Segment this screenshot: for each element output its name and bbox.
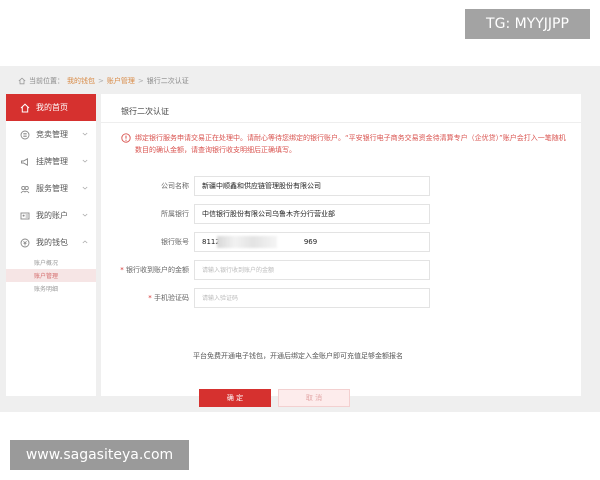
page-title: 银行二次认证	[121, 107, 169, 116]
amount-input[interactable]	[194, 260, 430, 280]
sidebar-item-label: 我的账户	[36, 211, 68, 220]
company-field: 新疆中顺鑫和供应链管理股份有限公司	[194, 176, 430, 196]
company-label: 公司名称	[161, 182, 189, 190]
account-label: 银行账号	[161, 238, 189, 246]
breadcrumb-account-management[interactable]: 账户管理	[107, 76, 135, 86]
breadcrumb-wallet[interactable]: 我的钱包	[67, 76, 95, 86]
notice-text: 绑定银行服务申请交易正在处理中。请耐心等待您绑定的银行账户。“平安银行电子商务交…	[135, 134, 566, 154]
breadcrumb-current: 银行二次认证	[146, 77, 189, 85]
sidebar-item-auction[interactable]: 竞卖管理	[6, 121, 96, 148]
sms-label: * 手机验证码	[101, 288, 189, 308]
breadcrumb: 当前位置： 我的钱包 > 账户管理 > 银行二次认证	[18, 74, 189, 88]
content-panel: 银行二次认证 绑定银行服务申请交易正在处理中。请耐心等待您绑定的银行账户。“平安…	[101, 94, 581, 407]
form-row-amount: * 银行收到账户的金额	[101, 260, 581, 280]
sidebar-item-label: 挂牌管理	[36, 157, 68, 166]
form-row-account: 银行账号 8112 969	[101, 232, 581, 252]
sidebar-item-listing[interactable]: 挂牌管理	[6, 148, 96, 175]
wallet-icon	[20, 238, 30, 247]
account-number-suffix: 969	[303, 238, 318, 246]
breadcrumb-prefix: 当前位置：	[29, 77, 64, 85]
page: TG: MYYJJPP 当前位置： 我的钱包 > 账户管理 > 银行二次认证 我…	[0, 0, 600, 480]
sidebar-item-label: 服务管理	[36, 184, 68, 193]
home-icon	[20, 103, 30, 112]
breadcrumb-separator: >	[137, 77, 144, 85]
sidebar-item-account[interactable]: 我的账户	[6, 202, 96, 229]
form-row-bank: 所属银行 中信银行股份有限公司乌鲁木齐分行营业部	[101, 204, 581, 224]
chevron-down-icon	[82, 159, 88, 163]
free-wallet-note: 平台免费开通电子钱包，开通后绑定入金账户即可充值足够金额报名	[193, 352, 403, 360]
sidebar-subitem-account-details[interactable]: 账务明细	[6, 282, 96, 295]
gavel-icon	[20, 130, 30, 139]
cancel-button[interactable]: 取 消	[278, 389, 350, 407]
sidebar-item-wallet[interactable]: 我的钱包	[6, 229, 96, 256]
account-number-mask	[217, 236, 277, 248]
form-row-company: 公司名称 新疆中顺鑫和供应链管理股份有限公司	[101, 176, 581, 196]
sidebar-item-home[interactable]: 我的首页	[6, 94, 96, 121]
user-card-icon	[20, 212, 30, 219]
chevron-down-icon	[82, 213, 88, 217]
bank-field: 中信银行股份有限公司乌鲁木齐分行营业部	[194, 204, 430, 224]
app-screen: 当前位置： 我的钱包 > 账户管理 > 银行二次认证 我的首页 竞卖管理 挂牌管…	[0, 66, 600, 412]
chevron-down-icon	[82, 132, 88, 136]
chevron-down-icon	[82, 186, 88, 190]
breadcrumb-separator: >	[98, 77, 104, 85]
required-mark: *	[148, 294, 152, 302]
notice-message: 绑定银行服务申请交易正在处理中。请耐心等待您绑定的银行账户。“平安银行电子商务交…	[121, 132, 569, 156]
amount-label: * 银行收到账户的金额	[101, 260, 189, 280]
required-mark: *	[120, 266, 124, 274]
sms-label-text: 手机验证码	[154, 294, 189, 302]
megaphone-icon	[21, 157, 28, 166]
location-home-icon	[18, 77, 26, 85]
sidebar-item-label: 竞卖管理	[36, 130, 68, 139]
form-row-sms: * 手机验证码	[101, 288, 581, 308]
chevron-up-icon	[82, 240, 88, 244]
amount-label-text: 银行收到账户的金额	[126, 266, 189, 274]
sms-code-input[interactable]	[194, 288, 430, 308]
site-watermark: www.sagasiteya.com	[10, 440, 189, 470]
sidebar: 我的首页 竞卖管理 挂牌管理 服务管理 我的账户 我的钱包 账户概况 账户管理 …	[6, 94, 96, 396]
service-icon	[20, 185, 30, 193]
title-divider	[101, 122, 581, 123]
sidebar-item-label: 我的钱包	[36, 238, 68, 247]
sidebar-subitem-account-overview[interactable]: 账户概况	[6, 256, 96, 269]
sidebar-item-label: 我的首页	[36, 103, 68, 112]
confirm-button[interactable]: 确 定	[199, 389, 271, 407]
sidebar-item-service[interactable]: 服务管理	[6, 175, 96, 202]
sidebar-subitem-account-management[interactable]: 账户管理	[6, 269, 96, 282]
tg-watermark: TG: MYYJJPP	[465, 9, 590, 39]
alert-icon	[121, 133, 131, 143]
bank-label: 所属银行	[161, 210, 189, 218]
